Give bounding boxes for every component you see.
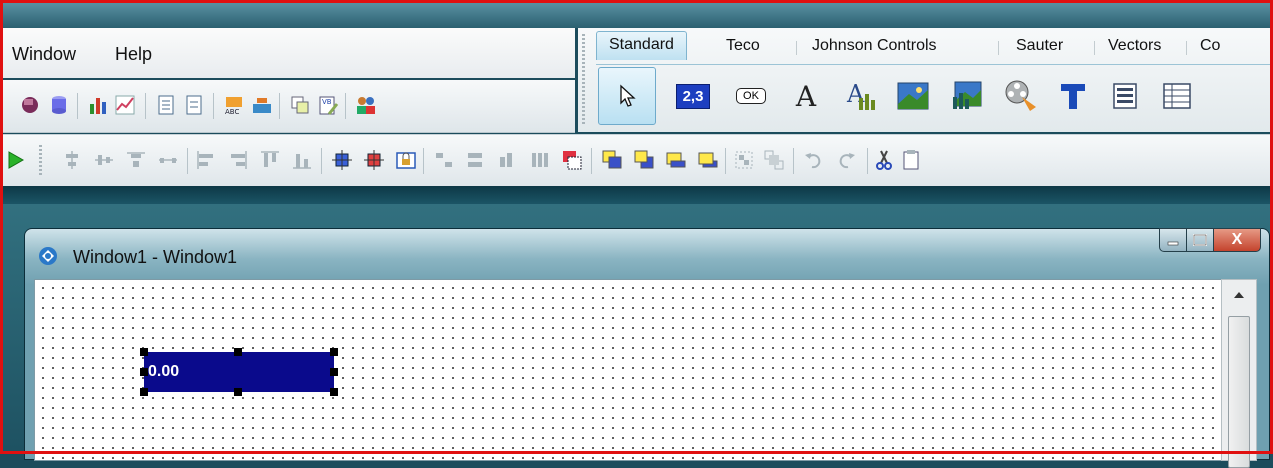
button-icon-label: OK [736, 88, 766, 104]
grid-icon[interactable] [1152, 71, 1202, 121]
align-center-h-icon[interactable] [61, 149, 83, 171]
scroll-thumb[interactable] [1228, 316, 1250, 468]
play-icon[interactable] [5, 149, 27, 171]
send-backward-icon[interactable] [697, 149, 719, 171]
align-bottom-icon[interactable] [157, 149, 179, 171]
text-icon[interactable] [1048, 71, 1098, 121]
toolbar-row-1: ABC VB [3, 80, 575, 133]
group-icon[interactable] [733, 149, 755, 171]
tab-standard[interactable]: Standard [596, 31, 687, 60]
line-chart-icon[interactable] [114, 94, 136, 116]
menu-bar: Window Help [3, 28, 575, 78]
component-palette: Standard Teco Johnson Controls Sauter Ve… [578, 28, 1270, 132]
svg-text:ABC: ABC [225, 108, 239, 116]
align-right-icon[interactable] [227, 149, 249, 171]
image-gauge-icon[interactable] [942, 71, 992, 121]
close-button[interactable]: X [1214, 228, 1261, 252]
button-icon[interactable]: OK [726, 71, 776, 121]
toolbar-row-2 [3, 134, 1270, 187]
label-icon[interactable]: A [781, 71, 831, 121]
page-icon[interactable] [155, 94, 177, 116]
bar-chart-icon[interactable] [87, 94, 109, 116]
tab-johnson-controls[interactable]: Johnson Controls [812, 33, 937, 59]
align-middle-icon[interactable] [93, 149, 115, 171]
center-icon[interactable] [331, 149, 353, 171]
space-v-icon[interactable] [465, 149, 487, 171]
workspace-header [3, 186, 1270, 204]
mdi-window[interactable]: Window1 - Window1 X 0.00 [24, 228, 1270, 468]
cut-icon[interactable] [873, 149, 895, 171]
center-red-icon[interactable] [363, 149, 385, 171]
send-top-icon[interactable] [259, 149, 281, 171]
palette-icons: 2,3 OK A A [596, 64, 1270, 127]
lock-icon[interactable] [395, 149, 417, 171]
space-h-icon[interactable] [433, 149, 455, 171]
redo-icon[interactable] [835, 149, 857, 171]
resize-handle[interactable] [140, 368, 148, 376]
minimize-button[interactable] [1159, 228, 1187, 252]
window-app-icon [39, 247, 57, 265]
maximize-icon [1193, 234, 1207, 246]
undo-icon[interactable] [803, 149, 825, 171]
transfer-icon[interactable] [251, 94, 273, 116]
bring-front-icon[interactable] [601, 149, 623, 171]
resize-handle[interactable] [234, 348, 242, 356]
numeric-field-icon[interactable]: 2,3 [668, 71, 718, 121]
minimize-icon [1167, 241, 1179, 246]
tab-vectors[interactable]: Vectors [1108, 33, 1161, 59]
vb-script-icon[interactable]: VB [317, 94, 339, 116]
pointer-icon[interactable] [598, 67, 656, 125]
window-title: Window1 - Window1 [73, 247, 238, 267]
resize-handle[interactable] [330, 388, 338, 396]
maximize-button[interactable] [1187, 228, 1214, 252]
resize-handle[interactable] [330, 368, 338, 376]
numeric-display-field[interactable]: 0.00 [144, 352, 334, 392]
scroll-up-icon[interactable] [1232, 290, 1246, 300]
listbox-icon[interactable] [1100, 71, 1150, 121]
edit-icon[interactable] [19, 94, 41, 116]
window-controls: X [1159, 228, 1261, 252]
paste-icon[interactable] [901, 149, 923, 171]
numeric-field-label: 2,3 [675, 83, 711, 109]
resize2-icon[interactable] [529, 149, 551, 171]
ungroup-icon[interactable] [763, 149, 785, 171]
resize-handle[interactable] [140, 348, 148, 356]
move-icon[interactable] [561, 149, 583, 171]
app-titlebar [0, 0, 1273, 28]
design-canvas[interactable]: 0.00 [34, 279, 1222, 461]
image-icon[interactable] [888, 71, 938, 121]
resize-icon[interactable] [497, 149, 519, 171]
resize-handle[interactable] [234, 388, 242, 396]
resize-handle[interactable] [330, 348, 338, 356]
menu-help[interactable]: Help [115, 44, 152, 65]
tab-sauter[interactable]: Sauter [1016, 33, 1063, 59]
abc-icon[interactable]: ABC [223, 94, 245, 116]
svg-text:VB: VB [322, 98, 332, 106]
resize-handle[interactable] [140, 388, 148, 396]
users-icon[interactable] [355, 94, 377, 116]
align-left-icon[interactable] [195, 149, 217, 171]
align-top-icon[interactable] [125, 149, 147, 171]
chart-text-icon[interactable]: A [836, 71, 886, 121]
menu-window[interactable]: Window [12, 44, 76, 65]
db-icon[interactable] [48, 94, 70, 116]
send-bottom-icon[interactable] [291, 149, 313, 171]
video-icon[interactable] [996, 71, 1046, 121]
send-back-icon[interactable] [665, 149, 687, 171]
vertical-scrollbar[interactable] [1221, 279, 1257, 468]
tab-teco[interactable]: Teco [726, 33, 760, 59]
page-icon-2[interactable] [183, 94, 205, 116]
copy-icon[interactable] [289, 94, 311, 116]
tab-co[interactable]: Co [1200, 33, 1220, 59]
bring-forward-icon[interactable] [633, 149, 655, 171]
